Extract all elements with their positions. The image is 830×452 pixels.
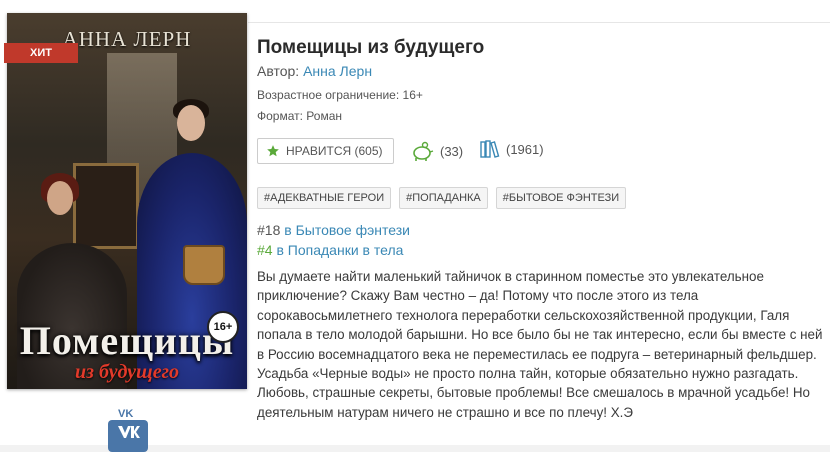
cover-bucket: [183, 245, 225, 285]
age-restriction: Возрастное ограничение: 16+: [257, 88, 423, 102]
rewards-count: (33): [440, 143, 464, 159]
library-stat[interactable]: (1961): [480, 140, 544, 158]
cover-portrait-frame: [73, 163, 139, 249]
piggy-bank-icon: [413, 141, 434, 161]
divider: [248, 22, 830, 23]
cover-figure-head: [177, 105, 205, 141]
like-button[interactable]: НРАВИТСЯ (605): [257, 138, 394, 164]
rank-genre-link[interactable]: Попаданки в тела: [288, 242, 404, 258]
book-card: АННА ЛЕРН Помещицы из будущего 16+ ХИТ V…: [0, 0, 830, 452]
rank-number: #4: [257, 242, 273, 258]
author-link[interactable]: Анна Лерн: [303, 63, 372, 79]
books-icon: [480, 140, 500, 158]
age-badge: 16+: [207, 311, 239, 343]
cover-figure-head: [47, 181, 73, 215]
like-label: НРАВИТСЯ (605): [286, 144, 383, 158]
vk-share-icon[interactable]: [108, 420, 148, 452]
author-line: Автор: Анна Лерн: [257, 63, 372, 79]
tag[interactable]: #АДЕКВАТНЫЕ ГЕРОИ: [257, 187, 392, 209]
rank-genre-link[interactable]: Бытовое фэнтези: [296, 222, 410, 238]
tag[interactable]: #БЫТОВОЕ ФЭНТЕЗИ: [495, 187, 627, 209]
rank-line: #4 в Попаданки в тела: [257, 242, 403, 258]
rank-number: #18: [257, 222, 281, 238]
vk-label: VK: [118, 408, 134, 420]
author-label: Автор:: [257, 63, 300, 79]
rank-line: #18 в Бытовое фэнтези: [257, 222, 410, 238]
library-count: (1961): [506, 141, 544, 157]
tag[interactable]: #ПОПАДАНКА: [399, 187, 488, 209]
star-icon: [267, 145, 279, 157]
rank-preposition: в: [284, 222, 292, 238]
book-title[interactable]: Помещицы из будущего: [257, 37, 484, 59]
vk-icon: [118, 426, 140, 438]
rank-preposition: в: [276, 242, 284, 258]
book-format: Формат: Роман: [257, 109, 342, 123]
cover-subtitle: из будущего: [75, 361, 179, 383]
rewards-stat[interactable]: (33): [410, 140, 463, 162]
book-description: Вы думаете найти маленький тайничок в ст…: [257, 269, 823, 420]
book-cover[interactable]: АННА ЛЕРН Помещицы из будущего 16+: [7, 13, 247, 389]
hit-badge: ХИТ: [4, 43, 78, 63]
tag-list: #АДЕКВАТНЫЕ ГЕРОИ #ПОПАДАНКА #БЫТОВОЕ ФЭ…: [257, 187, 627, 209]
